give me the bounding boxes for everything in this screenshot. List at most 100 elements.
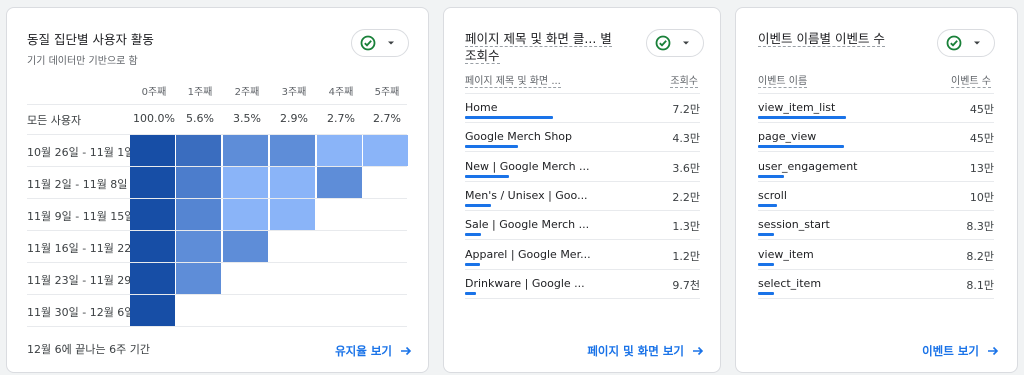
cohort-cell[interactable] bbox=[176, 263, 221, 294]
cohort-cell[interactable] bbox=[317, 135, 362, 166]
row-name: New | Google Merch ... bbox=[465, 159, 590, 173]
row-value: 1.2만 bbox=[672, 249, 700, 263]
view-retention-label: 유지율 보기 bbox=[335, 344, 392, 358]
row-value: 2.2만 bbox=[672, 190, 700, 204]
table-row[interactable]: Google Merch Shop 4.3만 bbox=[465, 123, 700, 153]
table-row[interactable]: page_view 45만 bbox=[758, 123, 994, 153]
divider bbox=[27, 326, 407, 327]
view-retention-link[interactable]: 유지율 보기 bbox=[335, 343, 412, 359]
table-row[interactable]: user_engagement 13만 bbox=[758, 153, 994, 182]
view-events-link[interactable]: 이벤트 보기 bbox=[922, 343, 999, 359]
week-header: 5주째 bbox=[374, 87, 400, 98]
row-name: page_view bbox=[758, 130, 817, 144]
row-bar bbox=[758, 174, 784, 178]
events-title: 이벤트 이름별 이벤트 수 bbox=[758, 31, 885, 47]
row-bar bbox=[465, 116, 553, 119]
row-value: 3.6만 bbox=[672, 161, 700, 175]
check-circle-icon bbox=[655, 35, 671, 51]
row-bar bbox=[465, 174, 509, 178]
table-row[interactable]: Home 7.2만 bbox=[465, 94, 700, 123]
cohort-cell[interactable] bbox=[176, 231, 221, 262]
week-header: 2주째 bbox=[234, 87, 260, 98]
view-pages-link[interactable]: 페이지 및 화면 보기 bbox=[587, 343, 704, 359]
row-name: user_engagement bbox=[758, 159, 858, 173]
all-users-pct: 5.6% bbox=[186, 112, 214, 125]
cohort-cell[interactable] bbox=[130, 199, 175, 230]
arrow-right-icon bbox=[401, 346, 412, 356]
row-bar bbox=[758, 291, 774, 295]
table-row[interactable]: New | Google Merch ... 3.6만 bbox=[465, 153, 700, 182]
row-name: Men's / Unisex | Goo... bbox=[465, 188, 588, 202]
cohort-cell[interactable] bbox=[176, 167, 221, 198]
row-value: 4.3만 bbox=[672, 132, 700, 146]
row-name: Google Merch Shop bbox=[465, 130, 573, 144]
row-name: Apparel | Google Mer... bbox=[465, 247, 591, 261]
table-row[interactable]: session_start 8.3만 bbox=[758, 211, 994, 241]
view-events-label: 이벤트 보기 bbox=[922, 344, 979, 358]
cohort-cell[interactable] bbox=[176, 135, 221, 166]
row-bar bbox=[465, 233, 481, 237]
cohort-cell[interactable] bbox=[176, 199, 221, 230]
events-card: 이벤트 이름별 이벤트 수 이벤트 이름 이벤트 수 view_item_lis… bbox=[735, 7, 1018, 373]
cohort-cell[interactable] bbox=[130, 167, 175, 198]
cohort-row-label: 11월 23일 - 11월 29일 bbox=[27, 274, 135, 287]
comparison-status-button[interactable] bbox=[351, 29, 409, 57]
table-row[interactable]: select_item 8.1만 bbox=[758, 270, 994, 299]
dropdown-caret-icon bbox=[683, 41, 689, 45]
row-value: 45만 bbox=[969, 103, 994, 116]
cohort-cell[interactable] bbox=[223, 199, 268, 230]
arrow-right-icon bbox=[988, 346, 999, 356]
row-bar bbox=[758, 145, 844, 149]
row-value: 13만 bbox=[969, 161, 994, 175]
cohort-cell[interactable] bbox=[223, 167, 268, 198]
table-row[interactable]: view_item_list 45만 bbox=[758, 94, 994, 123]
cohort-cell[interactable] bbox=[223, 231, 268, 262]
cohort-cell[interactable] bbox=[270, 167, 315, 198]
check-circle-icon bbox=[360, 35, 376, 51]
pages-title-line1: 페이지 제목 및 화면 클... 별 bbox=[465, 31, 612, 47]
divider bbox=[27, 294, 407, 295]
row-name: Home bbox=[465, 101, 498, 114]
table-row[interactable]: Men's / Unisex | Goo... 2.2만 bbox=[465, 182, 700, 211]
row-name: select_item bbox=[758, 276, 822, 290]
row-name: session_start bbox=[758, 218, 830, 232]
all-users-pct: 100.0% bbox=[133, 112, 175, 125]
row-bar bbox=[465, 203, 491, 207]
pages-col-name[interactable]: 페이지 제목 및 화면 ... bbox=[465, 72, 561, 88]
cohort-cell[interactable] bbox=[270, 135, 315, 166]
table-row[interactable]: Apparel | Google Mer... 1.2만 bbox=[465, 241, 700, 270]
table-row[interactable]: view_item 8.2만 bbox=[758, 241, 994, 270]
pages-col-value[interactable]: 조회수 bbox=[670, 72, 698, 88]
cohort-cell[interactable] bbox=[130, 295, 175, 326]
events-col-value[interactable]: 이벤트 수 bbox=[951, 72, 991, 88]
table-row[interactable]: Drinkware | Google ... 9.7천 bbox=[465, 270, 700, 299]
row-bar bbox=[758, 203, 777, 207]
row-value: 8.2만 bbox=[966, 249, 994, 263]
all-users-pct: 2.7% bbox=[327, 112, 355, 125]
row-value: 10만 bbox=[969, 190, 994, 204]
comparison-status-button[interactable] bbox=[646, 29, 704, 57]
row-value: 8.3만 bbox=[966, 220, 994, 234]
check-circle-icon bbox=[946, 35, 962, 51]
cohort-cell[interactable] bbox=[130, 135, 175, 166]
week-header: 3주째 bbox=[281, 87, 307, 98]
row-value: 9.7천 bbox=[672, 278, 700, 292]
cohort-row-label: 11월 9일 - 11월 15일 bbox=[27, 210, 135, 223]
all-users-pct: 3.5% bbox=[233, 112, 261, 125]
arrow-right-icon bbox=[693, 346, 704, 356]
row-name: Drinkware | Google ... bbox=[465, 276, 585, 290]
table-row[interactable]: scroll 10만 bbox=[758, 182, 994, 211]
cohort-cell[interactable] bbox=[270, 199, 315, 230]
cohort-cell[interactable] bbox=[130, 231, 175, 262]
cohort-cell[interactable] bbox=[223, 135, 268, 166]
cohort-cell[interactable] bbox=[317, 167, 362, 198]
cohort-cell[interactable] bbox=[130, 263, 175, 294]
events-col-name[interactable]: 이벤트 이름 bbox=[758, 72, 808, 88]
cohort-cell[interactable] bbox=[363, 135, 408, 166]
row-name: scroll bbox=[758, 188, 787, 202]
comparison-status-button[interactable] bbox=[937, 29, 995, 57]
table-row[interactable]: Sale | Google Merch ... 1.3만 bbox=[465, 211, 700, 241]
week-header: 0주째 bbox=[141, 87, 167, 98]
row-value: 7.2만 bbox=[672, 103, 700, 116]
cohort-row-label: 11월 30일 - 12월 6일 bbox=[27, 306, 135, 319]
